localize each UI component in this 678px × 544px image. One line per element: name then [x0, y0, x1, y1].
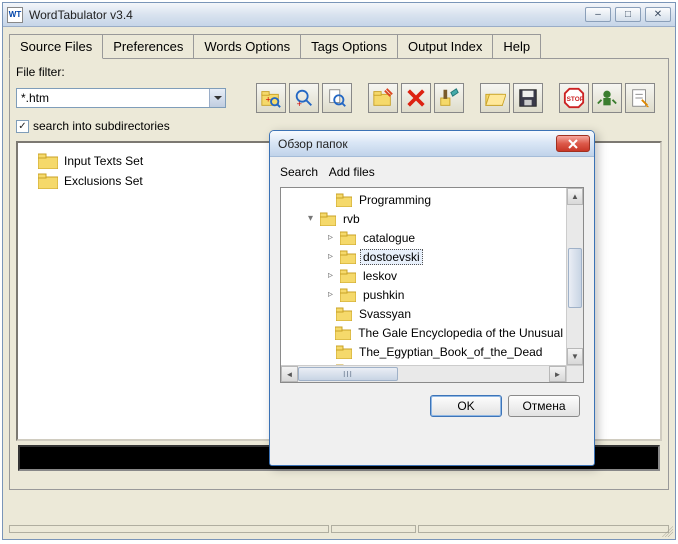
folder-browse-dialog: Обзор папок Search Add files Programming… — [269, 130, 595, 466]
folder-icon — [340, 269, 356, 283]
folder-icon — [340, 250, 356, 264]
folder-icon — [340, 288, 356, 302]
search-subdir-checkbox[interactable]: ✓ — [16, 120, 29, 133]
expand-icon[interactable]: ▹ — [325, 232, 336, 243]
folder-icon — [336, 193, 352, 207]
dialog-tree: Programming ▾ rvb ▹ catalogue ▹ dostoevski ▹ les… — [280, 187, 584, 383]
save-icon[interactable] — [513, 83, 543, 113]
delete-icon[interactable] — [401, 83, 431, 113]
cancel-button[interactable]: Отмена — [508, 395, 580, 417]
folder-label[interactable]: Svassyan — [356, 306, 414, 322]
scroll-right-icon[interactable]: ► — [549, 366, 566, 382]
search-page-icon[interactable] — [322, 83, 352, 113]
folder-icon — [38, 173, 58, 189]
add-folder-icon[interactable]: + — [256, 83, 286, 113]
tab-tags-options[interactable]: Tags Options — [300, 34, 398, 59]
scroll-corner — [566, 365, 583, 382]
window-title: WordTabulator v3.4 — [29, 8, 585, 22]
folder-node[interactable]: ▹ catalogue — [281, 228, 566, 247]
horizontal-scrollbar[interactable]: ◄ III ► — [281, 365, 566, 382]
folder-node[interactable]: The Gale Encyclopedia of the Unusual — [281, 323, 566, 342]
folder-node[interactable]: Svassyan — [281, 304, 566, 323]
folder-node[interactable]: ▹ dostoevski — [281, 247, 566, 266]
vertical-scrollbar[interactable]: ▲ ▼ — [566, 188, 583, 365]
search-add-icon[interactable]: + — [289, 83, 319, 113]
file-filter-label: File filter: — [16, 65, 662, 79]
app-icon: WT — [7, 7, 23, 23]
svg-text:+: + — [266, 95, 271, 105]
tree-item-label: Exclusions Set — [64, 174, 143, 188]
folder-label[interactable]: The_Egyptian_Book_of_the_Dead — [356, 344, 545, 360]
dialog-add-files-link[interactable]: Add files — [329, 165, 375, 179]
minimize-button[interactable]: – — [585, 7, 611, 22]
stop-icon[interactable]: STOP — [559, 83, 589, 113]
folder-label[interactable]: The Gale Encyclopedia of the Unusual — [355, 325, 566, 341]
folder-node[interactable]: ▾ rvb — [281, 209, 566, 228]
filter-dropdown-icon[interactable] — [209, 89, 225, 107]
script-icon[interactable] — [625, 83, 655, 113]
expand-icon[interactable]: ▹ — [325, 251, 336, 262]
tab-source-files[interactable]: Source Files — [9, 34, 103, 59]
scroll-left-icon[interactable]: ◄ — [281, 366, 298, 382]
dialog-titlebar[interactable]: Обзор папок — [270, 131, 594, 157]
status-bar — [9, 525, 669, 535]
scroll-thumb[interactable] — [568, 248, 582, 308]
svg-text:STOP: STOP — [567, 96, 585, 103]
brush-icon[interactable] — [434, 83, 464, 113]
folder-icon — [335, 326, 351, 340]
ok-button[interactable]: OK — [430, 395, 502, 417]
folder-label[interactable]: dostoevski — [360, 249, 423, 265]
maximize-button[interactable]: □ — [615, 7, 641, 22]
folder-label[interactable]: rvb — [340, 211, 363, 227]
expand-icon[interactable]: ▹ — [325, 289, 336, 300]
expand-icon[interactable]: ▹ — [325, 270, 336, 281]
file-filter-input[interactable] — [16, 88, 226, 108]
run-icon[interactable] — [592, 83, 622, 113]
dialog-search-link[interactable]: Search — [280, 165, 318, 179]
expand-icon[interactable]: ▾ — [305, 213, 316, 224]
tab-bar: Source Files Preferences Words Options T… — [3, 27, 675, 58]
search-subdir-label: search into subdirectories — [33, 119, 170, 133]
open-icon[interactable] — [480, 83, 510, 113]
toolbar: + + STOP — [256, 83, 655, 113]
svg-text:+: + — [297, 99, 302, 109]
folder-label[interactable]: Programming — [356, 192, 434, 208]
main-window: WT WordTabulator v3.4 – □ ✕ Source Files… — [2, 2, 676, 540]
folder-icon — [340, 231, 356, 245]
dialog-close-button[interactable] — [556, 135, 590, 152]
dialog-link-row: Search Add files — [280, 165, 584, 179]
dialog-title: Обзор папок — [278, 137, 556, 151]
folder-node[interactable]: ▹ pushkin — [281, 285, 566, 304]
folder-icon — [320, 212, 336, 226]
tab-preferences[interactable]: Preferences — [102, 34, 194, 59]
scroll-down-icon[interactable]: ▼ — [567, 348, 583, 365]
clear-icon[interactable] — [368, 83, 398, 113]
folder-node[interactable]: ▹ leskov — [281, 266, 566, 285]
folder-icon — [336, 345, 352, 359]
tab-words-options[interactable]: Words Options — [193, 34, 301, 59]
scroll-up-icon[interactable]: ▲ — [567, 188, 583, 205]
folder-node[interactable]: The_Egyptian_Book_of_the_Dead — [281, 342, 566, 361]
folder-label[interactable]: pushkin — [360, 287, 407, 303]
folder-icon — [38, 153, 58, 169]
tab-output-index[interactable]: Output Index — [397, 34, 493, 59]
folder-label[interactable]: catalogue — [360, 230, 418, 246]
folder-node[interactable]: Programming — [281, 190, 566, 209]
tree-item-label: Input Texts Set — [64, 154, 143, 168]
folder-label[interactable]: leskov — [360, 268, 400, 284]
resize-grip[interactable] — [659, 523, 673, 537]
folder-icon — [336, 307, 352, 321]
tab-help[interactable]: Help — [492, 34, 541, 59]
close-button[interactable]: ✕ — [645, 7, 671, 22]
hscroll-thumb[interactable]: III — [298, 367, 398, 381]
titlebar[interactable]: WT WordTabulator v3.4 – □ ✕ — [3, 3, 675, 27]
